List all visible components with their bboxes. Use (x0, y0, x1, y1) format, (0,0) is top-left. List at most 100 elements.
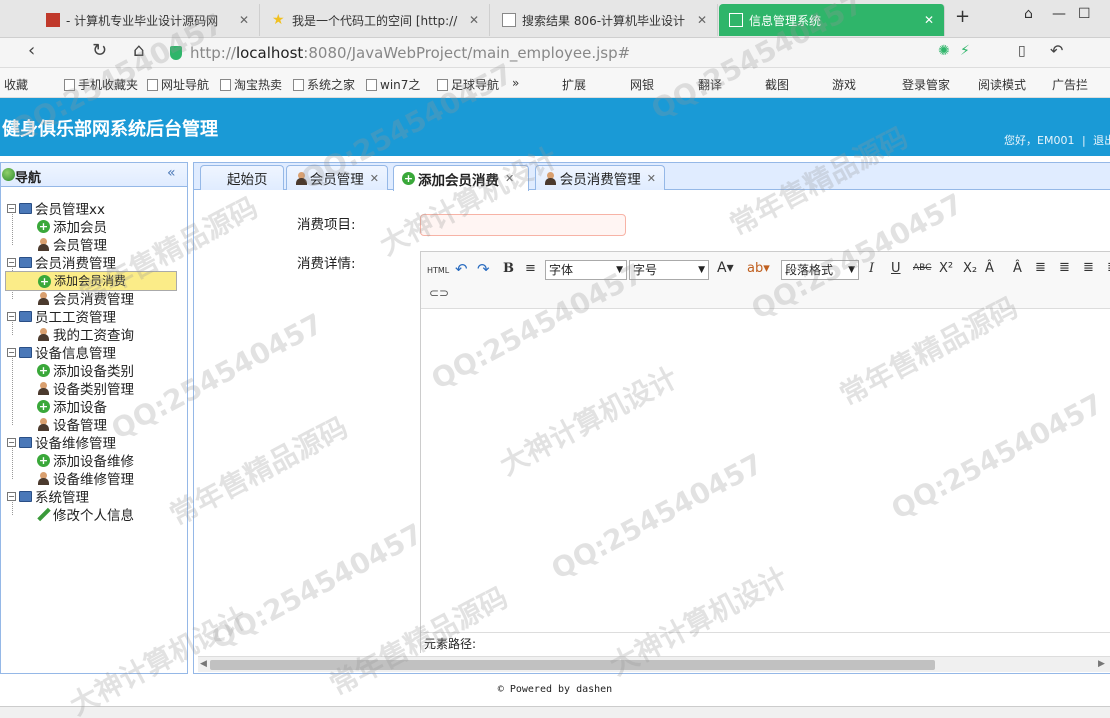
nav-item-equip-manage[interactable]: 设备管理 (37, 415, 107, 434)
back-icon[interactable]: ‹ (28, 40, 35, 61)
nav-group-member[interactable]: − 会员管理xx (7, 199, 105, 218)
minimize-icon[interactable]: — (1052, 6, 1066, 22)
bookmark-football[interactable]: 足球导航 (437, 76, 499, 93)
font-color-icon[interactable]: A▾ (717, 260, 734, 276)
format-icon[interactable]: Â (985, 261, 994, 276)
nav-item-add-member[interactable]: + 添加会员 (37, 217, 107, 236)
url-field[interactable]: http://localhost:8080/JavaWebProject/mai… (170, 42, 930, 64)
nav-item-consume-manage[interactable]: 会员消费管理 (37, 289, 134, 308)
collapse-toggle-icon[interactable]: − (7, 491, 16, 501)
font-family-select[interactable]: 字体 ▼ (545, 260, 627, 280)
bookmark-reader[interactable]: 阅读模式 (978, 76, 1026, 93)
bookmark-extensions[interactable]: 扩展 (562, 76, 586, 93)
close-icon[interactable]: ✕ (370, 172, 379, 185)
bookmark-xitong[interactable]: 系统之家 (293, 76, 355, 93)
nav-item-label: 修改个人信息 (53, 508, 134, 524)
shirt-icon[interactable]: ⌂ (1024, 6, 1033, 22)
phone-icon[interactable]: ▯ (1018, 43, 1026, 59)
paragraph-format-select[interactable]: 段落格式 ▼ (781, 260, 859, 280)
clear-format-icon[interactable]: ≡ (525, 261, 536, 276)
tab-member-manage[interactable]: 会员管理 ✕ (286, 165, 388, 190)
bookmark-login[interactable]: 登录管家 (902, 76, 950, 93)
subscript-icon[interactable]: X₂ (963, 261, 977, 276)
nav-item-edit-profile[interactable]: 修改个人信息 (37, 505, 134, 524)
lightning-icon[interactable]: ⚡ (960, 43, 970, 59)
link-icon[interactable]: ⊂⊃ (429, 286, 449, 300)
html-source-button[interactable]: HTML (427, 266, 449, 275)
bookmark-label: 游戏 (832, 78, 857, 92)
align-right-icon[interactable]: ≣ (1083, 260, 1094, 275)
scroll-left-icon[interactable]: ◀ (200, 659, 207, 669)
tab-home[interactable]: 起始页 (200, 165, 284, 190)
nav-item-member-manage[interactable]: 会员管理 (37, 235, 107, 254)
collapse-toggle-icon[interactable]: − (7, 347, 16, 357)
bookmark-more[interactable]: » (512, 76, 519, 90)
browser-tab-1[interactable]: - 计算机专业毕业设计源码网 ✕ (36, 4, 260, 36)
undo-icon[interactable]: ↶ (455, 260, 468, 278)
tab-add-consume[interactable]: + 添加会员消费 ✕ (393, 165, 529, 191)
nav-item-add-equip-type[interactable]: + 添加设备类别 (37, 361, 134, 380)
bookmark-games[interactable]: 游戏 (832, 76, 856, 93)
nav-group-system[interactable]: − 系统管理 (7, 487, 89, 506)
browser-tab-4-active[interactable]: 信息管理系统 ✕ (719, 4, 945, 36)
format-match-icon[interactable]: Â (1013, 261, 1022, 276)
collapse-toggle-icon[interactable]: − (7, 311, 16, 321)
highlight-icon[interactable]: ab▾ (747, 261, 770, 276)
close-icon[interactable]: ✕ (647, 172, 656, 185)
nav-group-salary[interactable]: − 员工工资管理 (7, 307, 116, 326)
browser-tab-2[interactable]: ★ 我是一个代码工的空间 [http:// ✕ (262, 4, 490, 36)
collapse-toggle-icon[interactable]: − (7, 203, 16, 213)
bookmark-favorites[interactable]: 收藏 (4, 76, 28, 93)
italic-icon[interactable]: I (869, 261, 874, 276)
redo-icon[interactable]: ↷ (477, 260, 490, 278)
bookmark-adblock[interactable]: 广告拦 (1052, 76, 1088, 93)
close-icon[interactable]: ✕ (239, 13, 249, 27)
bookmark-nav[interactable]: 网址导航 (147, 76, 209, 93)
computer-icon (19, 202, 32, 214)
nav-item-add-equip[interactable]: + 添加设备 (37, 397, 107, 416)
align-center-icon[interactable]: ≣ (1059, 260, 1070, 275)
strikethrough-icon[interactable]: ABC (913, 263, 931, 273)
logout-link[interactable]: 退出 (1093, 134, 1110, 147)
browser-tab-3[interactable]: 搜索结果 806-计算机毕业设计 ✕ (492, 4, 718, 36)
close-icon[interactable]: ✕ (697, 13, 707, 27)
bookmark-win7[interactable]: win7之 (366, 76, 420, 93)
element-path-bar: 元素路径: (421, 632, 1110, 653)
nav-item-add-repair[interactable]: + 添加设备维修 (37, 451, 134, 470)
tab-consume-manage[interactable]: 会员消费管理 ✕ (535, 165, 665, 190)
editor-body[interactable] (421, 310, 1110, 632)
close-icon[interactable]: ✕ (505, 172, 514, 185)
bold-icon[interactable]: B (503, 261, 514, 276)
collapse-toggle-icon[interactable]: − (7, 257, 16, 267)
nav-item-equip-type-manage[interactable]: 设备类别管理 (37, 379, 134, 398)
collapse-icon[interactable]: « (167, 165, 176, 181)
new-tab-button[interactable]: + (955, 6, 970, 27)
align-left-icon[interactable]: ≣ (1035, 260, 1046, 275)
bookmark-screenshot[interactable]: 截图 (765, 76, 789, 93)
undo-icon[interactable]: ↶ (1050, 41, 1063, 60)
add-icon: + (37, 453, 50, 467)
bookmark-translate[interactable]: 翻译 (698, 76, 722, 93)
nav-group-equipment[interactable]: − 设备信息管理 (7, 343, 116, 362)
horizontal-scrollbar[interactable]: ◀ ▶ (198, 656, 1110, 672)
font-size-select[interactable]: 字号 ▼ (629, 260, 709, 280)
superscript-icon[interactable]: X² (939, 261, 953, 276)
refresh-icon[interactable]: ↻ (92, 40, 107, 61)
nav-item-my-salary[interactable]: 我的工资查询 (37, 325, 134, 344)
nav-group-consume[interactable]: − 会员消费管理 (7, 253, 116, 272)
scrollbar-thumb[interactable] (210, 660, 935, 670)
underline-icon[interactable]: U (891, 261, 901, 276)
nav-group-repair[interactable]: − 设备维修管理 (7, 433, 116, 452)
scroll-right-icon[interactable]: ▶ (1098, 659, 1105, 669)
accelerate-icon[interactable]: ✺ (938, 43, 950, 59)
bookmark-bank[interactable]: 网银 (630, 76, 654, 93)
collapse-toggle-icon[interactable]: − (7, 437, 16, 447)
consume-item-input[interactable] (420, 214, 626, 236)
close-icon[interactable]: ✕ (469, 13, 479, 27)
home-icon[interactable]: ⌂ (133, 40, 144, 61)
close-icon[interactable]: ✕ (924, 13, 934, 27)
bookmark-mobile[interactable]: 手机收藏夹 (64, 76, 138, 93)
maximize-icon[interactable]: ☐ (1078, 6, 1091, 22)
bookmark-taobao[interactable]: 淘宝热卖 (220, 76, 282, 93)
nav-item-repair-manage[interactable]: 设备维修管理 (37, 469, 134, 488)
